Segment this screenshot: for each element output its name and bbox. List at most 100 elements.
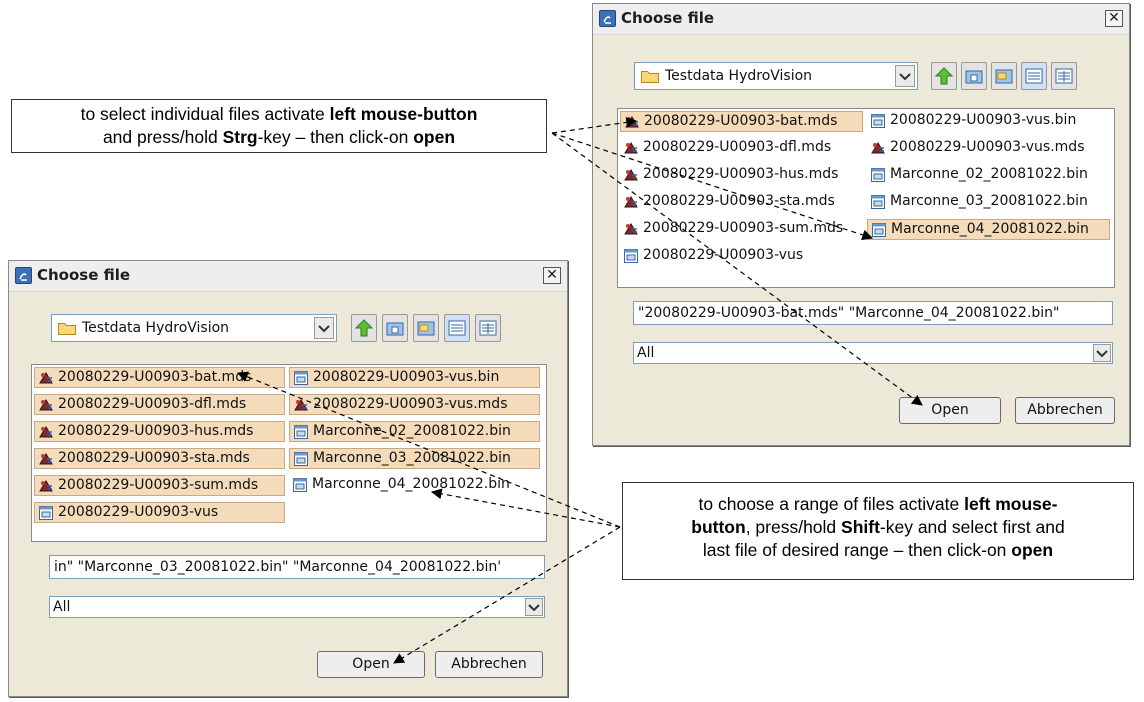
chevron-down-icon[interactable] bbox=[1093, 344, 1111, 362]
close-button[interactable]: ✕ bbox=[543, 267, 561, 284]
list-view-icon bbox=[1025, 68, 1043, 84]
folder-label: Testdata HydroVision bbox=[82, 320, 230, 336]
new-folder-button[interactable] bbox=[413, 314, 439, 342]
arrow-up-icon bbox=[935, 67, 953, 85]
file-name: 20080229-U00903-vus.bin bbox=[890, 112, 1077, 128]
open-button[interactable]: Open bbox=[899, 397, 1001, 424]
chevron-down-icon[interactable] bbox=[895, 65, 915, 87]
file-list-item[interactable]: 20080229-U00903-sta.mds bbox=[34, 448, 285, 469]
note-line-2: button, press/hold Shift-key and select … bbox=[691, 517, 1065, 537]
file-name: Marconne_02_20081022.bin bbox=[313, 423, 511, 439]
java-app-icon bbox=[599, 10, 616, 27]
file-type-filter[interactable]: All bbox=[49, 596, 545, 618]
file-list-item[interactable]: 20080229-U00903-sta.mds bbox=[620, 192, 863, 213]
file-name: 20080229-U00903-dfl.mds bbox=[643, 139, 832, 155]
file-name: 20080229-U00903-vus bbox=[643, 247, 804, 263]
file-name: 20080229-U00903-sum.mds bbox=[58, 477, 259, 493]
file-list[interactable]: 20080229-U00903-bat.mds 20080229-U00903-d… bbox=[617, 108, 1115, 288]
file-list-item[interactable]: 20080229-U00903-vus.mds bbox=[289, 394, 540, 415]
note-individual-selection: to select individual files activate left… bbox=[11, 99, 547, 153]
file-name: 20080229-U00903-vus bbox=[58, 504, 219, 520]
list-view-button[interactable] bbox=[444, 314, 470, 342]
file-name-field[interactable]: in" "Marconne_03_20081022.bin" "Marconne… bbox=[49, 555, 545, 579]
choose-file-dialog-left: Choose file ✕ Testdata HydroVision 20080… bbox=[8, 260, 568, 697]
new-folder-icon bbox=[995, 69, 1013, 84]
note-line-1: to choose a range of files activate left… bbox=[698, 494, 1058, 514]
list-view-button[interactable] bbox=[1021, 62, 1047, 90]
file-type-filter[interactable]: All bbox=[633, 342, 1113, 364]
file-name-field[interactable]: "20080229-U00903-bat.mds" "Marconne_04_2… bbox=[633, 301, 1113, 325]
file-name: Marconne_03_20081022.bin bbox=[313, 450, 511, 466]
file-list-item[interactable]: Marconne_04_20081022.bin bbox=[289, 475, 540, 496]
cancel-button[interactable]: Abbrechen bbox=[1015, 397, 1115, 424]
file-name: 20080229-U00903-dfl.mds bbox=[58, 396, 247, 412]
file-type-label: All bbox=[637, 345, 655, 361]
file-name: Marconne_04_20081022.bin bbox=[312, 476, 510, 492]
file-name: Marconne_04_20081022.bin bbox=[891, 221, 1089, 237]
file-name: 20080229-U00903-hus.mds bbox=[643, 166, 839, 182]
title-bar[interactable]: Choose file ✕ bbox=[593, 4, 1129, 35]
note-line-1: to select individual files activate left… bbox=[80, 104, 478, 124]
cancel-button[interactable]: Abbrechen bbox=[435, 651, 543, 678]
folder-icon bbox=[641, 71, 659, 83]
file-name: Marconne_03_20081022.bin bbox=[890, 193, 1088, 209]
arrow-up-icon bbox=[355, 319, 373, 337]
file-name: 20080229-U00903-sta.mds bbox=[643, 193, 835, 209]
home-folder-button[interactable] bbox=[382, 314, 408, 342]
list-view-icon bbox=[448, 320, 466, 336]
file-type-label: All bbox=[53, 599, 71, 615]
folder-label: Testdata HydroVision bbox=[665, 68, 813, 84]
details-view-icon bbox=[1055, 68, 1073, 84]
file-name: 20080229-U00903-vus.bin bbox=[313, 369, 500, 385]
file-name: 20080229-U00903-sta.mds bbox=[58, 450, 250, 466]
folder-icon bbox=[58, 323, 76, 335]
close-button[interactable]: ✕ bbox=[1105, 10, 1123, 27]
choose-file-dialog-right: Choose file ✕ Testdata HydroVision 20080… bbox=[592, 3, 1130, 446]
file-name: 20080229-U00903-bat.mds bbox=[644, 113, 838, 129]
note-range-selection: to choose a range of files activate left… bbox=[622, 482, 1134, 580]
note-line-2: and press/hold Strg-key – then click-on … bbox=[102, 127, 456, 147]
dialog-title: Choose file bbox=[37, 266, 131, 284]
open-button[interactable]: Open bbox=[317, 651, 425, 678]
title-bar[interactable]: Choose file ✕ bbox=[9, 261, 567, 292]
file-list-item[interactable]: Marconne_03_20081022.bin bbox=[867, 192, 1110, 213]
file-name: 20080229-U00903-vus.mds bbox=[890, 139, 1085, 155]
file-list-item[interactable]: 20080229-U00903-vus.bin bbox=[867, 111, 1110, 132]
up-folder-button[interactable] bbox=[351, 314, 377, 342]
file-list-item[interactable]: 20080229-U00903-sum.mds bbox=[34, 475, 285, 496]
file-list-item[interactable]: 20080229-U00903-vus bbox=[34, 502, 285, 523]
file-list-item[interactable]: 20080229-U00903-dfl.mds bbox=[34, 394, 285, 415]
file-list-item[interactable]: Marconne_02_20081022.bin bbox=[289, 421, 540, 442]
file-list[interactable]: 20080229-U00903-bat.mds 20080229-U00903-d… bbox=[31, 364, 547, 542]
file-name: 20080229-U00903-bat.mds bbox=[58, 369, 252, 385]
file-list-item[interactable]: 20080229-U00903-vus bbox=[620, 246, 863, 267]
home-folder-button[interactable] bbox=[961, 62, 987, 90]
details-view-button[interactable] bbox=[1051, 62, 1077, 90]
home-icon bbox=[386, 322, 404, 336]
new-folder-icon bbox=[417, 321, 435, 336]
file-list-item[interactable]: 20080229-U00903-vus.mds bbox=[867, 138, 1110, 159]
file-list-item[interactable]: 20080229-U00903-bat.mds bbox=[34, 367, 285, 388]
home-icon bbox=[965, 70, 983, 84]
dialog-title: Choose file bbox=[621, 9, 715, 27]
chevron-down-icon[interactable] bbox=[314, 317, 334, 339]
java-app-icon bbox=[15, 267, 32, 284]
note-line-3: last file of desired range – then click-… bbox=[702, 540, 1054, 560]
folder-combo[interactable]: Testdata HydroVision bbox=[51, 314, 337, 342]
new-folder-button[interactable] bbox=[991, 62, 1017, 90]
file-list-item[interactable]: 20080229-U00903-dfl.mds bbox=[620, 138, 863, 159]
file-list-item[interactable]: Marconne_04_20081022.bin bbox=[867, 219, 1110, 240]
details-view-button[interactable] bbox=[475, 314, 501, 342]
folder-combo[interactable]: Testdata HydroVision bbox=[634, 62, 918, 90]
chevron-down-icon[interactable] bbox=[525, 598, 543, 616]
file-name: 20080229-U00903-hus.mds bbox=[58, 423, 254, 439]
file-list-item[interactable]: 20080229-U00903-hus.mds bbox=[620, 165, 863, 186]
file-list-item[interactable]: 20080229-U00903-hus.mds bbox=[34, 421, 285, 442]
file-list-item[interactable]: 20080229-U00903-bat.mds bbox=[620, 111, 863, 132]
file-list-item[interactable]: 20080229-U00903-sum.mds bbox=[620, 219, 863, 240]
file-name: Marconne_02_20081022.bin bbox=[890, 166, 1088, 182]
up-folder-button[interactable] bbox=[931, 62, 957, 90]
file-list-item[interactable]: 20080229-U00903-vus.bin bbox=[289, 367, 540, 388]
file-list-item[interactable]: Marconne_03_20081022.bin bbox=[289, 448, 540, 469]
file-list-item[interactable]: Marconne_02_20081022.bin bbox=[867, 165, 1110, 186]
